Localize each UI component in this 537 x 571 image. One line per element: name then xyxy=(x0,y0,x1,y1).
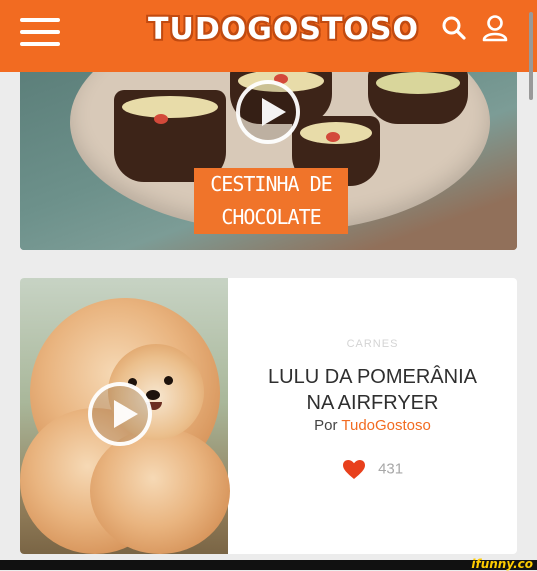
recipe-label-line1: CESTINHA DE xyxy=(194,168,348,200)
recipe-info: CARNES LULU DA POMERÂNIA NA AIRFRYER Por… xyxy=(228,278,517,554)
menu-icon[interactable] xyxy=(20,18,60,46)
author-link[interactable]: TudoGostoso xyxy=(341,417,431,434)
logo[interactable]: TUDOGOSTOSO xyxy=(148,12,419,47)
search-icon[interactable] xyxy=(441,15,467,41)
recipe-card[interactable]: CARNES LULU DA POMERÂNIA NA AIRFRYER Por… xyxy=(20,278,517,554)
recipe-title-line2: NA AIRFRYER xyxy=(306,392,439,414)
watermark: ifunny.co xyxy=(471,557,533,571)
chocolate-cup xyxy=(368,72,468,124)
heart-icon[interactable] xyxy=(342,459,366,480)
dog-photo xyxy=(20,278,230,554)
footer-bar xyxy=(0,560,537,570)
play-icon[interactable] xyxy=(88,382,152,446)
app-header: TUDOGOSTOSO xyxy=(0,0,537,100)
recipe-category[interactable]: CARNES xyxy=(228,338,517,350)
likes-count: 431 xyxy=(378,460,404,478)
author-prefix: Por xyxy=(314,417,338,434)
recipe-title-line1: LULU DA POMERÂNIA xyxy=(268,366,477,388)
recipe-label-line2: CHOCOLATE xyxy=(194,200,348,234)
recipe-author: Por TudoGostoso xyxy=(228,417,517,434)
recipe-title[interactable]: LULU DA POMERÂNIA NA AIRFRYER xyxy=(228,364,517,416)
user-icon[interactable] xyxy=(481,14,509,42)
play-icon[interactable] xyxy=(236,80,300,144)
likes: 431 xyxy=(228,459,517,480)
scrollbar[interactable] xyxy=(529,12,533,100)
